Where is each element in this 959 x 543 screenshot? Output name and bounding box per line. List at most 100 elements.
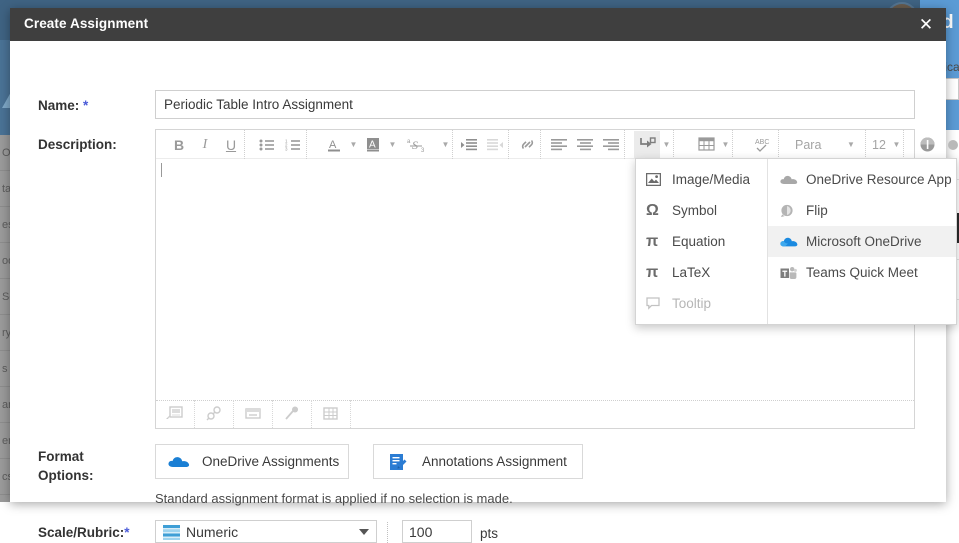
name-label-text: Name:: [38, 98, 79, 113]
menu-item-latex[interactable]: π LaTeX: [636, 257, 767, 288]
annotations-assignment-label: Annotations Assignment: [422, 454, 567, 469]
format-options-label-line1: Format: [38, 447, 94, 466]
menu-item-tooltip: Tooltip: [636, 288, 767, 319]
svg-text:3: 3: [421, 148, 425, 153]
chain-link-icon[interactable]: [195, 400, 234, 428]
menu-item-equation-label: Equation: [672, 234, 725, 249]
record-dot-icon[interactable]: [940, 131, 959, 158]
link-icon[interactable]: [514, 131, 540, 158]
svg-text:A: A: [329, 139, 337, 151]
bold-button[interactable]: B: [166, 131, 192, 158]
toolbar-group-colors: A ▼ A ▼ a: [321, 130, 453, 159]
omega-icon: Ω: [646, 202, 672, 220]
onedrive-assignments-button[interactable]: OneDrive Assignments: [155, 444, 349, 479]
editor-toolbar: B I U 1: [156, 130, 914, 159]
abc-check-icon[interactable]: ABC: [752, 131, 778, 158]
svg-text:S: S: [412, 138, 418, 152]
toolbar-group-spellcheck: ABC: [752, 130, 779, 159]
menu-item-teams-quick-meet[interactable]: Teams Quick Meet: [768, 257, 956, 288]
align-center-icon[interactable]: [572, 131, 598, 158]
format-options-label-line2: Options:: [38, 466, 94, 485]
note-icon[interactable]: [234, 400, 273, 428]
scale-rubric-selected-value: Numeric: [186, 524, 238, 540]
help-icon[interactable]: [914, 131, 940, 158]
format-options-label: Format Options:: [38, 447, 94, 485]
toolbar-group-insert: ▼: [634, 130, 674, 159]
toolbar-group-table: ▼: [693, 130, 733, 159]
scale-rubric-required-marker: *: [124, 525, 129, 540]
menu-item-microsoft-onedrive[interactable]: Microsoft OneDrive: [768, 226, 956, 257]
close-icon[interactable]: ✕: [913, 12, 939, 38]
italic-button[interactable]: I: [192, 131, 218, 158]
menu-item-equation[interactable]: π Equation: [636, 226, 767, 257]
onedrive-cloud-icon: [156, 455, 202, 469]
insert-dropdown-menu: Image/Media Ω Symbol π Equation π LaTeX: [635, 158, 957, 325]
insert-menu-right-column: OneDrive Resource App Flip: [768, 159, 956, 324]
dialog-body: Name: * Description: B I U: [10, 41, 946, 502]
subscript-button[interactable]: a S 3: [399, 131, 439, 158]
name-input[interactable]: [155, 90, 915, 119]
scale-rubric-select[interactable]: Numeric: [155, 520, 377, 543]
menu-item-symbol[interactable]: Ω Symbol: [636, 195, 767, 226]
svg-text:ABC: ABC: [755, 139, 769, 146]
menu-item-flip-label: Flip: [806, 203, 828, 218]
create-assignment-dialog: Create Assignment ✕ Name: * Description:…: [10, 8, 946, 502]
toolbar-group-fontsize: 12 ▼: [868, 130, 904, 159]
chevron-down-icon-highlight[interactable]: ▼: [386, 131, 399, 158]
menu-item-image-media-label: Image/Media: [672, 172, 750, 187]
toolbar-group-align: [546, 130, 625, 159]
onedrive-cloud-icon-menu: [780, 236, 806, 248]
menu-item-teams-quick-meet-label: Teams Quick Meet: [806, 265, 918, 280]
bullet-list-icon[interactable]: [254, 131, 280, 158]
numbered-list-icon[interactable]: 1 2 3: [280, 131, 306, 158]
font-size-select[interactable]: 12: [868, 131, 890, 158]
microphone-icon[interactable]: [273, 400, 312, 428]
menu-item-microsoft-onedrive-label: Microsoft OneDrive: [806, 234, 922, 249]
name-required-marker: *: [83, 98, 88, 113]
insert-menu-button[interactable]: [634, 131, 660, 158]
onedrive-assignments-label: OneDrive Assignments: [202, 454, 339, 469]
indent-increase-icon[interactable]: [456, 131, 482, 158]
menu-item-tooltip-label: Tooltip: [672, 296, 711, 311]
chevron-down-icon-scale[interactable]: [359, 529, 369, 535]
scale-rubric-label: Scale/Rubric:*: [38, 525, 130, 540]
svg-text:a: a: [407, 139, 411, 145]
points-input[interactable]: [402, 520, 472, 543]
chevron-down-icon-fontsize[interactable]: ▼: [890, 131, 903, 158]
highlight-color-button[interactable]: A: [360, 131, 386, 158]
toolbar-group-lists: 1 2 3: [254, 130, 307, 159]
toolbar-group-indent: [456, 130, 509, 159]
numeric-scale-icon: [163, 525, 180, 540]
menu-item-flip[interactable]: Flip: [768, 195, 956, 226]
image-insert-icon[interactable]: [156, 400, 195, 428]
chevron-down-icon-paragraph[interactable]: ▼: [837, 131, 865, 158]
menu-item-latex-label: LaTeX: [672, 265, 710, 280]
svg-text:A: A: [369, 139, 376, 150]
underline-button[interactable]: U: [218, 131, 244, 158]
format-options-note: Standard assignment format is applied if…: [155, 491, 513, 506]
pi-icon-latex: π: [646, 264, 672, 282]
chevron-down-icon-subscript[interactable]: ▼: [439, 131, 452, 158]
teams-icon: [780, 266, 806, 280]
paragraph-style-select[interactable]: Para: [791, 131, 837, 158]
chevron-down-icon-font-color[interactable]: ▼: [347, 131, 360, 158]
table-insert-icon[interactable]: [312, 400, 351, 428]
toolbar-group-paragraph: Para ▼: [791, 130, 866, 159]
chevron-down-icon-insert[interactable]: ▼: [660, 131, 673, 158]
insert-menu-left-column: Image/Media Ω Symbol π Equation π LaTeX: [636, 159, 768, 324]
chevron-down-icon-table[interactable]: ▼: [719, 131, 732, 158]
font-color-button[interactable]: A: [321, 131, 347, 158]
align-right-icon[interactable]: [598, 131, 624, 158]
table-icon[interactable]: [693, 131, 719, 158]
menu-item-onedrive-resource-app-label: OneDrive Resource App: [806, 172, 952, 187]
annotations-icon: [374, 452, 422, 472]
pi-icon-equation: π: [646, 233, 672, 251]
svg-text:3: 3: [285, 146, 288, 151]
menu-item-symbol-label: Symbol: [672, 203, 717, 218]
toolbar-group-text-style: B I U: [166, 130, 245, 159]
name-label: Name: *: [38, 98, 88, 113]
menu-item-onedrive-resource-app[interactable]: OneDrive Resource App: [768, 164, 956, 195]
align-left-icon[interactable]: [546, 131, 572, 158]
menu-item-image-media[interactable]: Image/Media: [636, 164, 767, 195]
annotations-assignment-button[interactable]: Annotations Assignment: [373, 444, 583, 479]
